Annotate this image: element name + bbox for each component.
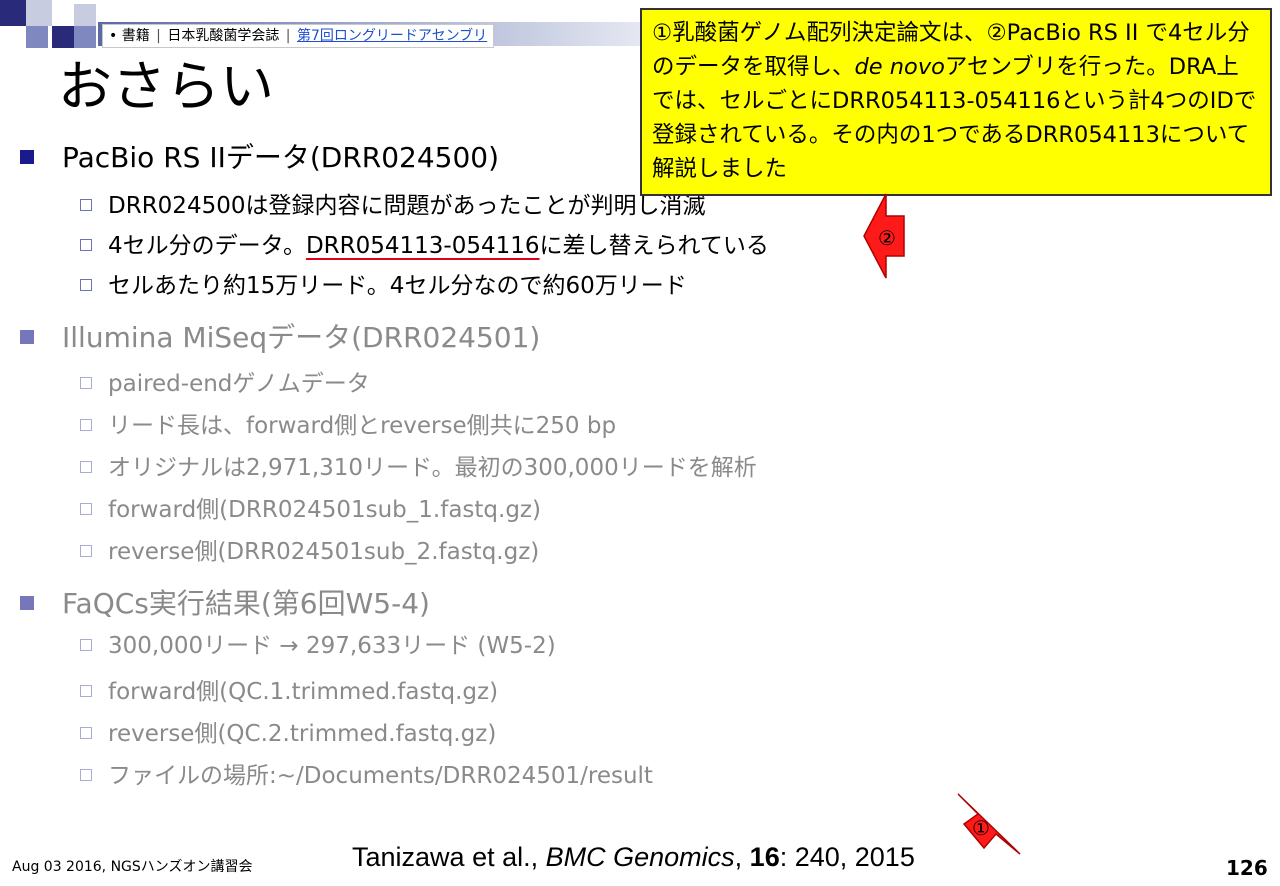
section-label: Illumina MiSeqデータ(DRR024501) (62, 321, 541, 354)
list-item-text: reverse側(DRR024501sub_2.fastq.gz) (108, 539, 540, 565)
citation-journal: BMC Genomics (545, 842, 735, 872)
list-item-text: DRR024500は登録内容に問題があったことが判明し消滅 (108, 193, 706, 219)
section-faqcs: FaQCs実行結果(第6回W5-4) (20, 582, 430, 622)
section-illumina: Illumina MiSeqデータ(DRR024501) (20, 316, 540, 356)
checkbox-bullet-icon (80, 638, 92, 651)
list-item: forward側(DRR024501sub_1.fastq.gz) (80, 490, 541, 524)
breadcrumb-bullet: • (109, 28, 118, 44)
list-item-text: に差し替えられている (539, 233, 769, 259)
decorative-square (26, 0, 52, 26)
square-bullet-icon (20, 150, 34, 164)
list-item-text: リード長は、forward側とreverse側共に250 bp (108, 413, 617, 439)
list-item: セルあたり約15万リード。4セル分なので約60万リード (80, 266, 687, 300)
checkbox-bullet-icon (80, 684, 92, 697)
list-item-text: オリジナルは2,971,310リード。最初の300,000リードを解析 (108, 455, 757, 481)
decorative-square (74, 26, 96, 48)
list-item-text: 4セル分のデータ。 (108, 233, 306, 259)
list-item: forward側(QC.1.trimmed.fastq.gz) (80, 672, 498, 706)
list-item: DRR024500は登録内容に問題があったことが判明し消滅 (80, 186, 705, 220)
list-item-text: ファイルの場所:~/Documents/DRR024501/result (108, 763, 653, 789)
citation-pages: : 240, 2015 (779, 842, 915, 872)
list-item: ファイルの場所:~/Documents/DRR024501/result (80, 756, 653, 790)
list-item-text: 300,000リード → 297,633リード (W5-2) (108, 633, 556, 659)
breadcrumb-separator: | (156, 28, 161, 44)
section-label: PacBio RS IIデータ(DRR024500) (62, 141, 500, 174)
breadcrumb-link-longread[interactable]: 第7回ロングリードアセンブリ (297, 28, 487, 44)
checkbox-bullet-icon (80, 238, 92, 251)
list-item-text: forward側(DRR024501sub_1.fastq.gz) (108, 497, 541, 523)
square-bullet-icon (20, 330, 34, 344)
highlight-accession: DRR054113-054116 (305, 233, 540, 259)
list-item: reverse側(QC.2.trimmed.fastq.gz) (80, 714, 496, 748)
checkbox-bullet-icon (80, 726, 92, 739)
breadcrumb-item-books[interactable]: 書籍 (122, 28, 150, 44)
checkbox-bullet-icon (80, 376, 92, 389)
breadcrumb-separator: | (285, 28, 291, 44)
list-item: 300,000リード → 297,633リード (W5-2) (80, 626, 556, 660)
page-title: おさらい (58, 55, 274, 118)
list-item: reverse側(DRR024501sub_2.fastq.gz) (80, 532, 539, 566)
decorative-square (52, 26, 74, 48)
checkbox-bullet-icon (80, 544, 92, 557)
checkbox-bullet-icon (80, 198, 92, 211)
citation-separator: , (734, 842, 750, 872)
checkbox-bullet-icon (80, 460, 92, 473)
checkbox-bullet-icon (80, 768, 92, 781)
section-label: FaQCs実行結果(第6回W5-4) (62, 587, 430, 620)
marker-two-label: ② (878, 226, 896, 250)
checkbox-bullet-icon (80, 418, 92, 431)
citation-volume: 16 (749, 842, 780, 872)
list-item: 4セル分のデータ。DRR054113-054116に差し替えられている (80, 226, 769, 260)
decorative-square (74, 4, 96, 26)
section-pacbio: PacBio RS IIデータ(DRR024500) (20, 136, 499, 176)
list-item: リード長は、forward側とreverse側共に250 bp (80, 406, 616, 440)
list-item: paired-endゲノムデータ (80, 364, 370, 398)
breadcrumb: • 書籍 | 日本乳酸菌学会誌 | 第7回ロングリードアセンブリ (102, 24, 495, 48)
page-number: 126 (1226, 856, 1268, 880)
square-bullet-icon (20, 596, 34, 610)
list-item-text: セルあたり約15万リード。4セル分なので約60万リード (108, 273, 687, 299)
marker-one-label: ① (972, 816, 990, 840)
footer-date: Aug 03 2016, NGSハンズオン講習会 (12, 859, 253, 875)
citation: Tanizawa et al., BMC Genomics, 16: 240, … (352, 842, 915, 873)
citation-authors: Tanizawa et al., (352, 842, 546, 872)
list-item-text: forward側(QC.1.trimmed.fastq.gz) (108, 679, 499, 705)
list-item: オリジナルは2,971,310リード。最初の300,000リードを解析 (80, 448, 757, 482)
decorative-square (0, 0, 26, 26)
decorative-square (26, 26, 48, 48)
breadcrumb-item-journal[interactable]: 日本乳酸菌学会誌 (167, 28, 279, 44)
list-item-text: reverse側(QC.2.trimmed.fastq.gz) (108, 721, 497, 747)
checkbox-bullet-icon (80, 278, 92, 291)
callout-italic: de novo (854, 54, 945, 80)
checkbox-bullet-icon (80, 502, 92, 515)
callout-note: ①乳酸菌ゲノム配列決定論文は、②PacBio RS II で4セル分のデータを取… (640, 8, 1272, 196)
list-item-text: paired-endゲノムデータ (108, 371, 370, 397)
